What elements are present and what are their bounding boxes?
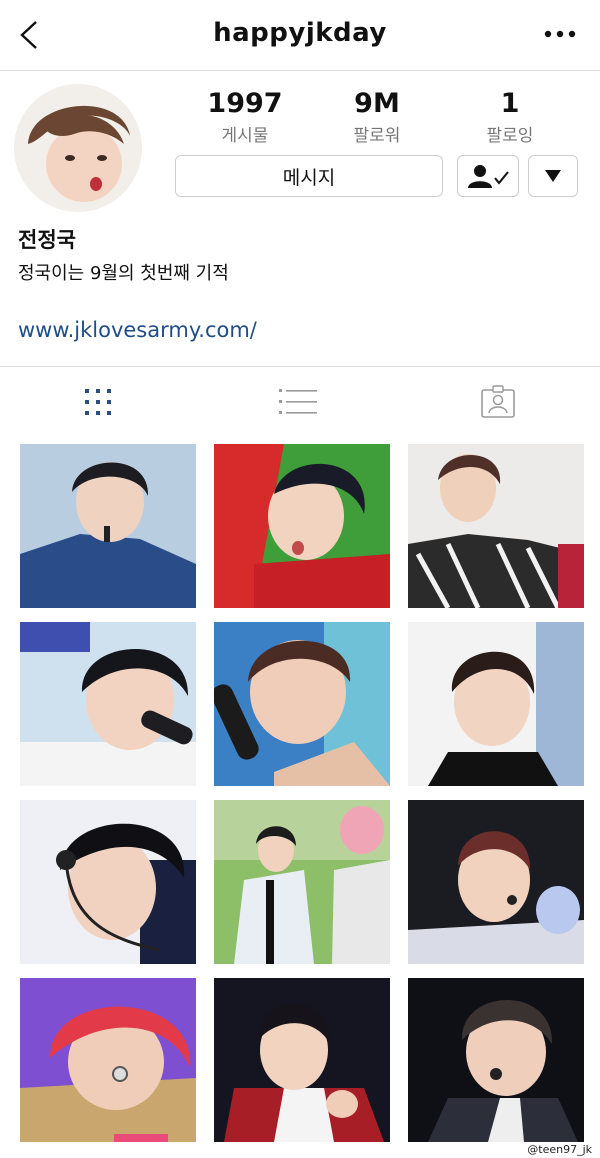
stat-posts-value: 1997 bbox=[207, 88, 283, 119]
avatar[interactable] bbox=[14, 84, 142, 212]
profile-link[interactable]: www.jklovesarmy.com/ bbox=[18, 318, 257, 342]
photo-thumbnail[interactable] bbox=[20, 800, 196, 964]
suggestions-dropdown-button[interactable] bbox=[528, 155, 578, 197]
profile-username-title: happyjkday bbox=[213, 18, 387, 48]
triangle-down-icon bbox=[545, 170, 561, 182]
photo-thumbnail[interactable] bbox=[20, 978, 196, 1142]
top-bar: happyjkday bbox=[0, 0, 600, 71]
stat-followers-value: 9M bbox=[354, 88, 400, 119]
stat-followers[interactable]: 9M 팔로워 bbox=[317, 88, 437, 146]
person-check-icon bbox=[468, 165, 509, 188]
photo-thumbnail[interactable] bbox=[214, 978, 390, 1142]
tab-list[interactable] bbox=[278, 385, 318, 419]
photo-thumbnail[interactable] bbox=[408, 622, 584, 786]
message-button[interactable]: 메시지 bbox=[175, 155, 443, 197]
stat-posts[interactable]: 1997 게시물 bbox=[185, 88, 305, 146]
profile-bio: 정국이는 9월의 첫번째 기적 bbox=[18, 263, 229, 284]
photo-thumbnail[interactable] bbox=[214, 800, 390, 964]
photo-thumbnail[interactable] bbox=[214, 622, 390, 786]
photo-thumbnail[interactable] bbox=[20, 622, 196, 786]
tagged-icon bbox=[481, 385, 515, 418]
tab-grid[interactable] bbox=[78, 385, 118, 419]
profile-tabs bbox=[0, 366, 600, 437]
photo-thumbnail[interactable] bbox=[214, 444, 390, 608]
stat-following-label: 팔로잉 bbox=[486, 126, 534, 146]
watermark: @teen97_jk bbox=[527, 1143, 592, 1156]
following-button[interactable] bbox=[457, 155, 519, 197]
profile-name: 전정국 bbox=[18, 228, 76, 252]
photo-thumbnail[interactable] bbox=[408, 978, 584, 1142]
grid-icon bbox=[85, 389, 111, 415]
photo-thumbnail[interactable] bbox=[408, 800, 584, 964]
tab-tagged[interactable] bbox=[478, 385, 518, 419]
stat-followers-label: 팔로워 bbox=[353, 126, 401, 146]
list-icon bbox=[279, 389, 317, 414]
stat-posts-label: 게시물 bbox=[221, 126, 269, 146]
stat-following[interactable]: 1 팔로잉 bbox=[450, 88, 570, 146]
more-dots-icon[interactable] bbox=[540, 22, 580, 46]
photo-thumbnail[interactable] bbox=[20, 444, 196, 608]
photo-thumbnail[interactable] bbox=[408, 444, 584, 608]
stat-following-value: 1 bbox=[500, 88, 520, 119]
